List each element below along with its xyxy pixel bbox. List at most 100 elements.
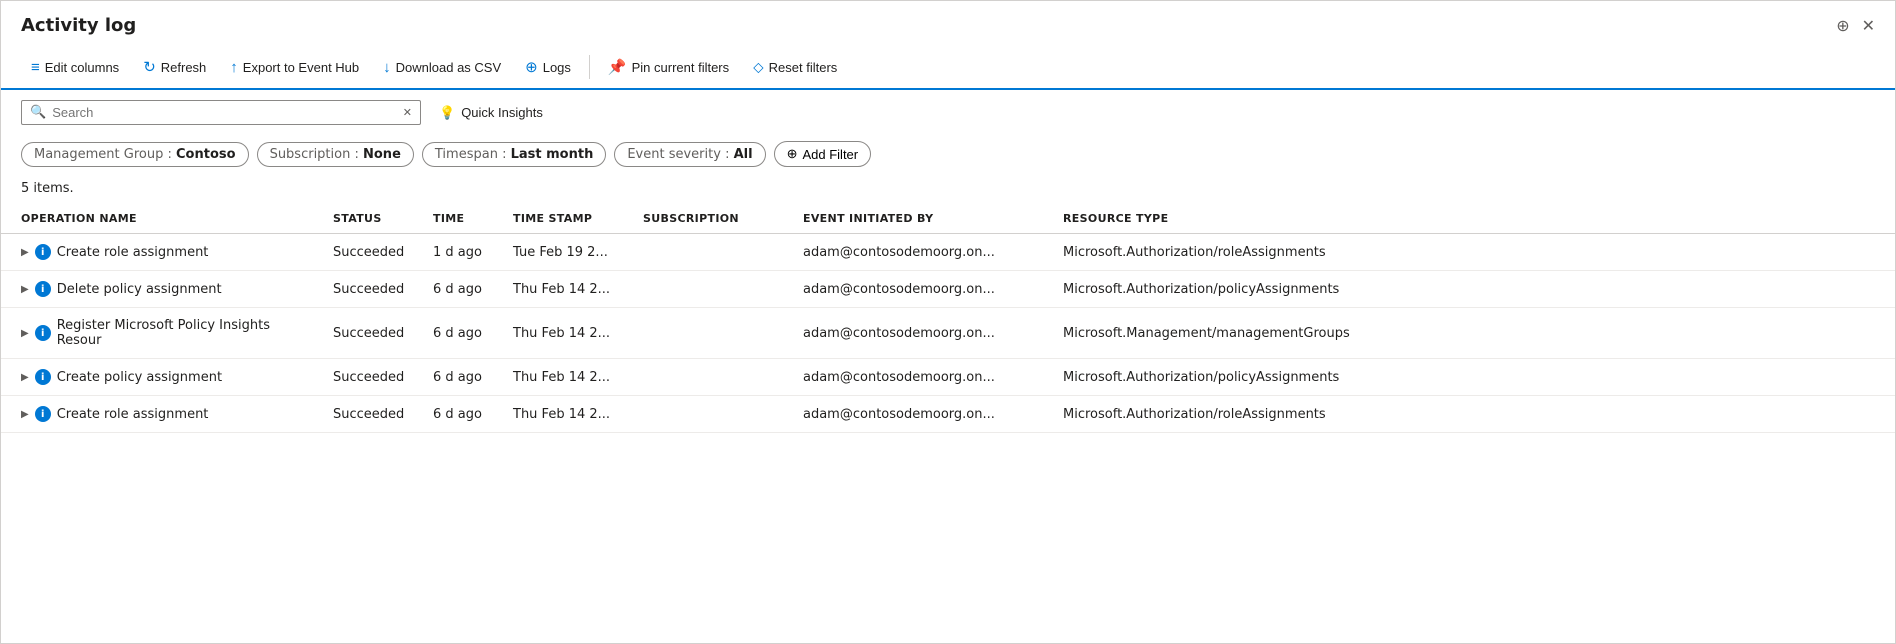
- table-row[interactable]: ▶ i Create role assignment Succeeded 1 d…: [1, 234, 1895, 271]
- cell-operation-name: ▶ i Create role assignment: [1, 396, 321, 433]
- cell-time: 6 d ago: [421, 308, 501, 359]
- refresh-label: Refresh: [161, 60, 207, 75]
- cell-time: 6 d ago: [421, 359, 501, 396]
- info-icon: i: [35, 281, 51, 297]
- logs-button[interactable]: ⊕ Logs: [515, 52, 581, 82]
- cell-operation-name: ▶ i Delete policy assignment: [1, 271, 321, 308]
- items-count: 5 items.: [1, 177, 1895, 204]
- management-group-label: Management Group: [34, 147, 163, 162]
- operation-name-text: Create policy assignment: [57, 370, 222, 385]
- col-header-operation-name: OPERATION NAME: [1, 204, 321, 234]
- expand-arrow-icon[interactable]: ▶: [21, 247, 29, 258]
- info-icon: i: [35, 406, 51, 422]
- cell-timestamp: Thu Feb 14 2...: [501, 271, 631, 308]
- timespan-label: Timespan: [435, 147, 498, 162]
- search-input[interactable]: [52, 105, 397, 120]
- cell-subscription: [631, 271, 791, 308]
- expand-arrow-icon[interactable]: ▶: [21, 409, 29, 420]
- cell-subscription: [631, 308, 791, 359]
- subscription-value: None: [363, 147, 401, 162]
- pin-filters-button[interactable]: 📌 Pin current filters: [598, 52, 739, 82]
- management-group-filter[interactable]: Management Group : Contoso: [21, 142, 249, 167]
- cell-operation-name: ▶ i Register Microsoft Policy Insights R…: [1, 308, 321, 359]
- activity-log-table: OPERATION NAME STATUS TIME TIME STAMP SU…: [1, 204, 1895, 433]
- cell-timestamp: Thu Feb 14 2...: [501, 359, 631, 396]
- cell-status: Succeeded: [321, 359, 421, 396]
- cell-status: Succeeded: [321, 271, 421, 308]
- add-filter-button[interactable]: ⊕ Add Filter: [774, 141, 872, 167]
- quick-insights-label: Quick Insights: [461, 105, 543, 120]
- cell-initiated-by: adam@contosodemoorg.on...: [791, 308, 1051, 359]
- download-csv-button[interactable]: ↓ Download as CSV: [373, 53, 511, 82]
- col-header-resource-type: RESOURCE TYPE: [1051, 204, 1895, 234]
- title-bar: Activity log ⊕ ✕: [1, 1, 1895, 46]
- expand-arrow-icon[interactable]: ▶: [21, 284, 29, 295]
- event-severity-filter[interactable]: Event severity : All: [614, 142, 765, 167]
- col-header-initiated-by: EVENT INITIATED BY: [791, 204, 1051, 234]
- search-box[interactable]: 🔍 ✕: [21, 100, 421, 125]
- col-header-subscription: SUBSCRIPTION: [631, 204, 791, 234]
- active-filters: Management Group : Contoso Subscription …: [1, 135, 1895, 177]
- cell-operation-name: ▶ i Create policy assignment: [1, 359, 321, 396]
- cell-resource-type: Microsoft.Management/managementGroups: [1051, 308, 1895, 359]
- clear-search-icon[interactable]: ✕: [403, 106, 412, 119]
- export-button[interactable]: ↑ Export to Event Hub: [220, 53, 369, 82]
- close-icon[interactable]: ✕: [1862, 16, 1875, 35]
- cell-time: 1 d ago: [421, 234, 501, 271]
- refresh-button[interactable]: ↻ Refresh: [133, 52, 216, 82]
- table-row[interactable]: ▶ i Delete policy assignment Succeeded 6…: [1, 271, 1895, 308]
- logs-icon: ⊕: [525, 58, 538, 76]
- cell-timestamp: Thu Feb 14 2...: [501, 396, 631, 433]
- cell-resource-type: Microsoft.Authorization/policyAssignment…: [1051, 359, 1895, 396]
- download-icon: ↓: [383, 59, 391, 76]
- cell-resource-type: Microsoft.Authorization/policyAssignment…: [1051, 271, 1895, 308]
- cell-resource-type: Microsoft.Authorization/roleAssignments: [1051, 234, 1895, 271]
- edit-columns-icon: ≡: [31, 59, 40, 76]
- expand-arrow-icon[interactable]: ▶: [21, 328, 29, 339]
- reset-filters-button[interactable]: ⬦ Reset filters: [743, 53, 847, 82]
- page-title: Activity log: [21, 15, 136, 36]
- info-icon: i: [35, 244, 51, 260]
- timespan-filter[interactable]: Timespan : Last month: [422, 142, 606, 167]
- info-icon: i: [35, 369, 51, 385]
- subscription-filter[interactable]: Subscription : None: [257, 142, 414, 167]
- cell-status: Succeeded: [321, 308, 421, 359]
- table-row[interactable]: ▶ i Create policy assignment Succeeded 6…: [1, 359, 1895, 396]
- cell-initiated-by: adam@contosodemoorg.on...: [791, 271, 1051, 308]
- cell-status: Succeeded: [321, 396, 421, 433]
- toolbar-divider: [589, 55, 590, 79]
- edit-columns-button[interactable]: ≡ Edit columns: [21, 53, 129, 82]
- table-header: OPERATION NAME STATUS TIME TIME STAMP SU…: [1, 204, 1895, 234]
- table-row[interactable]: ▶ i Register Microsoft Policy Insights R…: [1, 308, 1895, 359]
- operation-name-text: Create role assignment: [57, 407, 209, 422]
- cell-subscription: [631, 234, 791, 271]
- download-label: Download as CSV: [396, 60, 502, 75]
- cell-initiated-by: adam@contosodemoorg.on...: [791, 396, 1051, 433]
- cell-subscription: [631, 396, 791, 433]
- operation-name-text: Delete policy assignment: [57, 282, 222, 297]
- quick-insights-button[interactable]: 💡 Quick Insights: [431, 101, 551, 125]
- export-icon: ↑: [230, 59, 238, 76]
- export-label: Export to Event Hub: [243, 60, 359, 75]
- filter-bar: 🔍 ✕ 💡 Quick Insights: [1, 90, 1895, 135]
- cell-status: Succeeded: [321, 234, 421, 271]
- quick-insights-icon: 💡: [439, 105, 455, 121]
- timespan-value: Last month: [511, 147, 594, 162]
- reset-filters-icon: ⬦: [753, 59, 764, 76]
- reset-filters-label: Reset filters: [769, 60, 838, 75]
- cell-initiated-by: adam@contosodemoorg.on...: [791, 234, 1051, 271]
- subscription-label: Subscription: [270, 147, 351, 162]
- operation-name-text: Register Microsoft Policy Insights Resou…: [57, 318, 309, 348]
- edit-columns-label: Edit columns: [45, 60, 119, 75]
- toolbar: ≡ Edit columns ↻ Refresh ↑ Export to Eve…: [1, 46, 1895, 90]
- cell-timestamp: Tue Feb 19 2...: [501, 234, 631, 271]
- cell-timestamp: Thu Feb 14 2...: [501, 308, 631, 359]
- expand-arrow-icon[interactable]: ▶: [21, 372, 29, 383]
- col-header-time: TIME: [421, 204, 501, 234]
- col-header-timestamp: TIME STAMP: [501, 204, 631, 234]
- pin-icon[interactable]: ⊕: [1836, 16, 1849, 35]
- cell-subscription: [631, 359, 791, 396]
- table-row[interactable]: ▶ i Create role assignment Succeeded 6 d…: [1, 396, 1895, 433]
- activity-log-window: Activity log ⊕ ✕ ≡ Edit columns ↻ Refres…: [0, 0, 1896, 644]
- cell-time: 6 d ago: [421, 396, 501, 433]
